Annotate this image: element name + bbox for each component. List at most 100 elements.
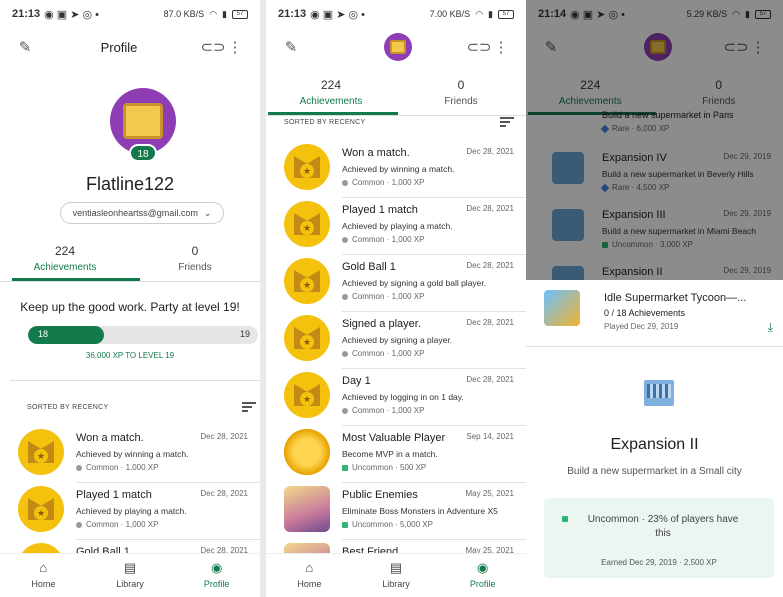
rarity-dot-icon: [342, 464, 348, 471]
rarity-text: Uncommon · 500 XP: [352, 463, 427, 472]
achievement-name: Public Enemies: [342, 489, 418, 501]
achievement-rarity: Common · 1,000 XP: [342, 349, 424, 358]
link-icon[interactable]: ⊂⊃: [200, 36, 225, 58]
list-item[interactable]: ★ Won a match. Dec 28, 2021 Achieved by …: [0, 426, 260, 483]
rarity-dot-icon: [342, 407, 348, 414]
divider: [0, 281, 260, 282]
achievement-desc: Achieved by winning a match.: [342, 164, 455, 174]
list-item[interactable]: Public Enemies May 25, 2021 Eliminate Boss…: [266, 483, 526, 540]
hero-icon: [284, 486, 330, 532]
account-selector[interactable]: ventiasleonheartss@gmail.com ⌄: [60, 202, 224, 224]
achievement-name: Won a match.: [76, 432, 144, 444]
list-item[interactable]: ★ Day 1 Dec 28, 2021 Achieved by logging in…: [266, 369, 526, 426]
home-icon: ⌂: [305, 560, 314, 575]
notification-icons: ◉ ▣ ➤ ◎ •: [310, 8, 366, 21]
achievement-name: Gold Ball 1: [342, 261, 396, 273]
tab-label: Achievements: [33, 262, 97, 273]
achievement-rarity: Common · 1,000 XP: [342, 178, 424, 187]
edit-icon[interactable]: ✎: [14, 36, 36, 58]
rarity-dot-icon: [342, 350, 348, 357]
status-bar: 21:13 ◉ ▣ ➤ ◎ • 7.00 KB/S ◠ ▮ 57: [266, 0, 526, 28]
list-item[interactable]: ★ Played 1 match Dec 28, 2021 Achieved b…: [0, 483, 260, 540]
nav-home[interactable]: ⌂ Home: [266, 554, 353, 597]
tab-achievements[interactable]: 224 Achievements: [266, 78, 396, 107]
avatar[interactable]: [384, 33, 412, 61]
network-speed: 87.0 KB/S: [163, 9, 205, 19]
nav-label: Home: [297, 579, 322, 589]
profile-screen: 21:13 ◉ ▣ ➤ ◎ • 87.0 KB/S ◠ ▮ 57 ✎ Profile …: [0, 0, 260, 597]
tab-achievements[interactable]: 224 Achievements: [0, 244, 130, 273]
nav-label: Home: [31, 579, 56, 589]
medal-icon: ★: [284, 258, 330, 304]
xp-current-level: 18: [38, 329, 49, 339]
achievement-rarity: Common · 1,000 XP: [342, 292, 424, 301]
wifi-icon: ◠: [209, 8, 218, 19]
achievement-rarity: Common · 1,000 XP: [76, 463, 158, 472]
achievement-name: Most Valuable Player: [342, 432, 446, 444]
achievement-name: Won a match.: [342, 147, 410, 159]
sort-icon[interactable]: [500, 117, 514, 127]
signal-icon: ▮: [488, 8, 493, 19]
game-played-date: Played Dec 29, 2019: [604, 322, 679, 331]
xp-next-level: 19: [239, 329, 250, 339]
tab-friends[interactable]: 0 Friends: [396, 78, 526, 107]
nav-profile[interactable]: ◉ Profile: [439, 554, 526, 597]
profile-tabs: 224 Achievements 0 Friends: [0, 244, 260, 273]
divider: [266, 115, 526, 116]
library-icon: ▤: [389, 560, 403, 575]
game-title[interactable]: Idle Supermarket Tycoon—...: [604, 292, 746, 304]
email-text: ventiasleonheartss@gmail.com: [72, 208, 198, 218]
nav-label: Profile: [203, 579, 230, 589]
notification-icons: ◉ ▣ ➤ ◎ •: [44, 8, 100, 21]
list-item[interactable]: ★ Won a match. Dec 28, 2021 Achieved by win…: [266, 141, 526, 198]
achievement-name: Played 1 match: [342, 204, 418, 216]
list-item[interactable]: ★ Played 1 match Dec 28, 2021 Achieved by p…: [266, 198, 526, 255]
rarity-text: Common · 1,000 XP: [352, 349, 425, 358]
list-item[interactable]: ★ Gold Ball 1 Dec 28, 2021 Achieved by sign…: [266, 255, 526, 312]
rarity-text: Common · 1,000 XP: [86, 463, 159, 472]
nav-label: Profile: [469, 579, 496, 589]
game-icon: [544, 290, 580, 326]
nav-library[interactable]: ▤ Library: [87, 554, 174, 597]
list-item[interactable]: ★ Signed a player. Dec 28, 2021 Achieved by…: [266, 312, 526, 369]
achievement-desc: Achieved by logging in on 1 day.: [342, 392, 464, 402]
achievement-date: Dec 28, 2021: [466, 261, 514, 270]
achievement-desc: Achieved by winning a match.: [76, 449, 189, 459]
download-icon[interactable]: ⤓: [768, 320, 773, 335]
signal-icon: ▮: [222, 8, 227, 19]
profile-icon: ◉: [477, 560, 489, 575]
xp-caption: 36,000 XP TO LEVEL 19: [85, 351, 175, 360]
tab-friends[interactable]: 0 Friends: [130, 244, 260, 273]
map-scroll-icon: [123, 103, 163, 139]
chevron-down-icon: ⌄: [203, 207, 212, 218]
sort-icon[interactable]: [242, 402, 256, 412]
tab-label: Achievements: [299, 96, 363, 107]
divider: [526, 346, 783, 347]
rarity-text: Common · 1,000 XP: [352, 292, 425, 301]
more-options-icon[interactable]: ⋮: [224, 36, 246, 58]
achievement-desc: Achieved by signing a player.: [342, 335, 453, 345]
sort-label: SORTED BY RECENCY: [284, 119, 366, 126]
more-options-icon[interactable]: ⋮: [490, 36, 512, 58]
list-item[interactable]: Most Valuable Player Sep 14, 2021 Become M…: [266, 426, 526, 483]
nav-library[interactable]: ▤ Library: [353, 554, 440, 597]
achievement-desc: Eliminate Boss Monsters in Adventure X5: [342, 506, 498, 516]
rarity-dot-icon: [562, 516, 568, 522]
page-title: Profile: [100, 39, 138, 55]
username: Flatline122: [85, 174, 175, 194]
status-time: 21:13: [12, 8, 41, 20]
medal-icon: ★: [284, 372, 330, 418]
medal-icon: ★: [284, 315, 330, 361]
profile-tabs: 224 Achievements 0 Friends: [266, 78, 526, 107]
medal-icon: ★: [18, 486, 64, 532]
nav-label: Library: [382, 579, 410, 589]
achievement-date: Dec 28, 2021: [466, 375, 514, 384]
building-icon: [644, 380, 674, 406]
nav-profile[interactable]: ◉ Profile: [173, 554, 260, 597]
friends-count: 0: [457, 78, 465, 92]
nav-home[interactable]: ⌂ Home: [0, 554, 87, 597]
scrim-overlay[interactable]: [526, 0, 783, 280]
link-icon[interactable]: ⊂⊃: [466, 36, 491, 58]
edit-icon[interactable]: ✎: [280, 36, 302, 58]
achievement-name: Signed a player.: [342, 318, 421, 330]
